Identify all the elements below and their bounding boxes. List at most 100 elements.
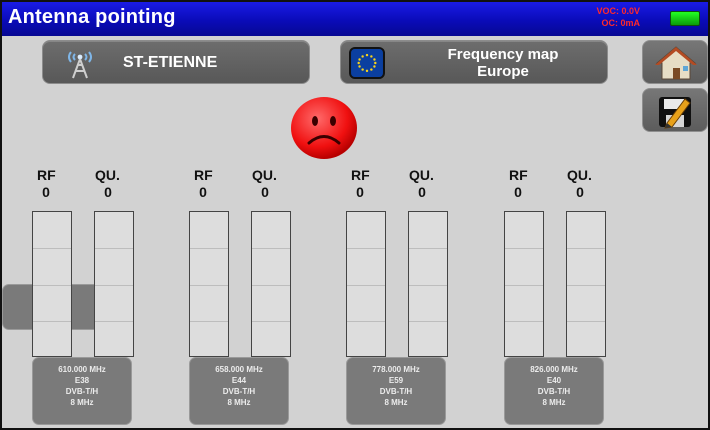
quality-readout: QU. 0: [252, 167, 278, 201]
meter-gridline: [505, 321, 543, 322]
quality-readout-value: 0: [104, 184, 112, 200]
channel-group: RF 0 QU. 0 826.000 MHz E40 DVB-T/H 8 MHz: [504, 167, 634, 428]
power-status: VOC: 0.0V OC: 0mA: [590, 5, 640, 29]
quality-readout: QU. 0: [567, 167, 593, 201]
rf-readout-label: RF: [37, 167, 56, 183]
antenna-icon: [68, 51, 92, 79]
meter-gridline: [190, 248, 228, 249]
quality-readout-value: 0: [576, 184, 584, 200]
rf-readout-value: 0: [42, 184, 50, 200]
quality-readout-label: QU.: [252, 167, 277, 183]
frequency-map-button[interactable]: Frequency map Europe: [340, 40, 608, 84]
rf-readout: RF 0: [37, 167, 56, 201]
quality-readout-label: QU.: [95, 167, 120, 183]
meter-gridline: [567, 248, 605, 249]
meter-gridline: [409, 321, 447, 322]
meter-gridline: [252, 321, 290, 322]
channel-info-box[interactable]: 826.000 MHz E40 DVB-T/H 8 MHz: [504, 357, 604, 425]
save-edit-button[interactable]: [642, 88, 708, 132]
quality-meter-bar: [408, 211, 448, 357]
meter-gridline: [409, 285, 447, 286]
quality-meter-bar: [251, 211, 291, 357]
rf-meter-bar: [32, 211, 72, 357]
save-edit-icon: [659, 97, 691, 129]
meter-gridline: [409, 248, 447, 249]
rf-meter-bar: [346, 211, 386, 357]
current-readout: OC: 0mA: [601, 18, 640, 28]
quality-readout: QU. 0: [409, 167, 435, 201]
quality-readout-label: QU.: [409, 167, 434, 183]
meter-gridline: [347, 285, 385, 286]
battery-icon: [670, 11, 700, 26]
home-button[interactable]: [642, 40, 708, 84]
quality-readout-value: 0: [261, 184, 269, 200]
screen: Antenna pointing VOC: 0.0V OC: 0mA ST-ET…: [0, 0, 710, 430]
eu-flag-icon: [349, 47, 385, 79]
frequency-map-line1: Frequency map: [447, 46, 559, 63]
meter-gridline: [33, 248, 71, 249]
channel-info-box[interactable]: 610.000 MHz E38 DVB-T/H 8 MHz: [32, 357, 132, 425]
location-label: ST-ETIENNE: [123, 54, 218, 71]
rf-readout-label: RF: [351, 167, 370, 183]
rf-meter-bar: [504, 211, 544, 357]
channel-info-box[interactable]: 658.000 MHz E44 DVB-T/H 8 MHz: [189, 357, 289, 425]
meter-gridline: [505, 248, 543, 249]
meter-gridline: [33, 285, 71, 286]
rf-meter-bar: [189, 211, 229, 357]
channel-chan: E38: [74, 376, 90, 385]
rf-readout-label: RF: [509, 167, 528, 183]
rf-readout-value: 0: [356, 184, 364, 200]
channel-group: RF 0 QU. 0 778.000 MHz E59 DVB-T/H 8 MHz: [346, 167, 476, 428]
meter-gridline: [567, 285, 605, 286]
title-bar: Antenna pointing VOC: 0.0V OC: 0mA: [2, 2, 708, 36]
meter-gridline: [95, 248, 133, 249]
rf-readout: RF 0: [194, 167, 213, 201]
channel-freq: 658.000 MHz: [215, 365, 263, 374]
channel-freq: 610.000 MHz: [58, 365, 106, 374]
voltage-readout: VOC: 0.0V: [596, 6, 640, 16]
channel-bandwidth: 8 MHz: [70, 398, 94, 407]
meter-gridline: [95, 285, 133, 286]
channel-info-box[interactable]: 778.000 MHz E59 DVB-T/H 8 MHz: [346, 357, 446, 425]
meter-gridline: [252, 285, 290, 286]
home-icon: [655, 46, 697, 80]
channel-chan: E59: [388, 376, 404, 385]
rf-readout-value: 0: [199, 184, 207, 200]
location-button[interactable]: ST-ETIENNE: [42, 40, 310, 84]
quality-readout-label: QU.: [567, 167, 592, 183]
frequency-map-line2: Europe: [477, 63, 529, 80]
meter-gridline: [505, 285, 543, 286]
channel-bandwidth: 8 MHz: [227, 398, 251, 407]
channel-bandwidth: 8 MHz: [384, 398, 408, 407]
meter-gridline: [95, 321, 133, 322]
sad-face-icon: [291, 97, 357, 159]
meter-gridline: [347, 248, 385, 249]
quality-readout: QU. 0: [95, 167, 121, 201]
channel-freq: 778.000 MHz: [372, 365, 420, 374]
meter-gridline: [252, 248, 290, 249]
channel-standard: DVB-T/H: [537, 387, 571, 396]
rf-readout-value: 0: [514, 184, 522, 200]
quality-readout-value: 0: [418, 184, 426, 200]
channel-bandwidth: 8 MHz: [542, 398, 566, 407]
channel-standard: DVB-T/H: [379, 387, 413, 396]
channel-group: RF 0 QU. 0 658.000 MHz E44 DVB-T/H 8 MHz: [189, 167, 319, 428]
window-title: Antenna pointing: [8, 6, 176, 28]
rf-readout: RF 0: [351, 167, 370, 201]
meter-gridline: [190, 321, 228, 322]
meter-gridline: [347, 321, 385, 322]
meter-gridline: [190, 285, 228, 286]
rf-readout: RF 0: [509, 167, 528, 201]
quality-meter-bar: [566, 211, 606, 357]
quality-meter-bar: [94, 211, 134, 357]
meter-gridline: [567, 321, 605, 322]
rf-readout-label: RF: [194, 167, 213, 183]
frequency-map-label: Frequency map Europe: [423, 46, 583, 80]
channel-freq: 826.000 MHz: [530, 365, 578, 374]
channel-chan: E40: [546, 376, 562, 385]
channel-standard: DVB-T/H: [222, 387, 256, 396]
channel-chan: E44: [231, 376, 247, 385]
channel-group: RF 0 QU. 0 610.000 MHz E38 DVB-T/H 8 MHz: [32, 167, 162, 428]
channel-standard: DVB-T/H: [65, 387, 99, 396]
meter-gridline: [33, 321, 71, 322]
